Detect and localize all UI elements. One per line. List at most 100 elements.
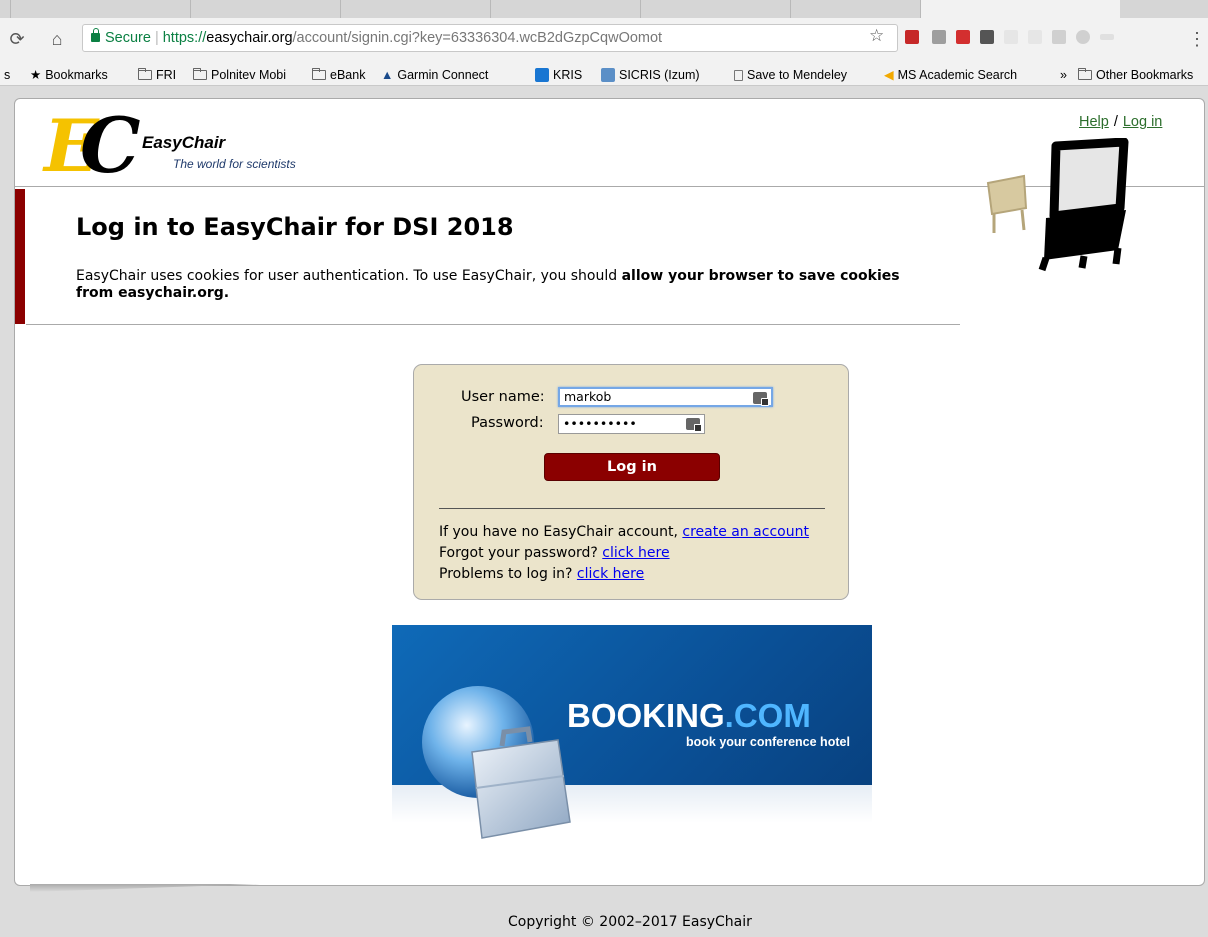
angular-icon[interactable] bbox=[1076, 30, 1090, 44]
browser-tab[interactable] bbox=[190, 0, 340, 18]
bookmark-label: FRI bbox=[156, 68, 177, 82]
bookmark-item[interactable]: Other Bookmarks bbox=[1078, 67, 1193, 83]
cookie-notice: EasyChair uses cookies for user authenti… bbox=[76, 268, 906, 302]
password-manager-icon[interactable] bbox=[686, 418, 702, 432]
chairs-illustration bbox=[986, 138, 1129, 272]
lock-icon bbox=[91, 28, 100, 42]
extension-icon[interactable] bbox=[980, 30, 994, 44]
menu-icon[interactable]: ⋮ bbox=[1186, 28, 1208, 50]
login-problems-link[interactable]: click here bbox=[577, 566, 644, 582]
username-label: User name: bbox=[461, 389, 545, 405]
url-host: easychair.org bbox=[206, 30, 293, 46]
ms-academic-icon: ◀ bbox=[884, 68, 894, 82]
bookmark-label: KRIS bbox=[553, 68, 583, 82]
globe-suitcase-illustration bbox=[422, 686, 571, 839]
url-path: /account/signin.cgi?key=63336304.wcB2dGz… bbox=[292, 30, 663, 46]
browser-tab-active[interactable] bbox=[920, 0, 1120, 18]
browser-tab[interactable] bbox=[640, 0, 790, 18]
browser-tab[interactable] bbox=[340, 0, 490, 18]
bookmark-item[interactable]: ★ Bookmarks bbox=[30, 67, 108, 83]
problems-text: Problems to log in? bbox=[439, 566, 577, 582]
folder-icon bbox=[1078, 68, 1092, 80]
cookie-notice-text: EasyChair uses cookies for user authenti… bbox=[76, 268, 622, 284]
title-divider bbox=[26, 324, 960, 325]
address-bar[interactable]: Secure | https://easychair.org/account/sig… bbox=[82, 24, 898, 52]
browser-tab[interactable] bbox=[790, 0, 920, 18]
bookmark-label: MS Academic Search bbox=[897, 68, 1018, 82]
bookmarks-bar: s ★ Bookmarks FRI Polnitev Mobi eBank ▲ Ga… bbox=[0, 64, 1208, 86]
browser-tab-strip bbox=[0, 0, 1208, 18]
sicris-icon bbox=[601, 68, 615, 82]
ad-slogan: book your conference hotel bbox=[686, 735, 850, 749]
extension-icon[interactable] bbox=[905, 30, 919, 44]
extension-icon[interactable] bbox=[1028, 30, 1042, 44]
help-link[interactable]: Help bbox=[1079, 114, 1109, 130]
bookmark-label: Save to Mendeley bbox=[747, 68, 848, 82]
title-accent-bar bbox=[15, 189, 25, 324]
ad-brand: BOOKING.COM bbox=[567, 697, 811, 735]
login-button[interactable]: Log in bbox=[544, 453, 720, 481]
folder-icon bbox=[193, 68, 207, 80]
bookmark-item[interactable]: ▲ Garmin Connect bbox=[381, 67, 488, 83]
reload-icon[interactable]: ⟳ bbox=[6, 28, 28, 50]
bookmark-item[interactable]: SICRIS (Izum) bbox=[601, 67, 700, 83]
no-account-text: If you have no EasyChair account, bbox=[439, 524, 683, 540]
extension-icon[interactable] bbox=[1100, 34, 1114, 40]
password-manager-icon[interactable] bbox=[753, 392, 769, 406]
bookmark-item[interactable]: FRI bbox=[138, 67, 176, 83]
bookmark-overflow-left: s bbox=[4, 68, 11, 82]
omnibox-separator: | bbox=[154, 30, 159, 46]
bookmarks-overflow-chevron[interactable]: » bbox=[1060, 67, 1067, 83]
bookmark-star-icon[interactable]: ☆ bbox=[869, 26, 884, 46]
kris-icon bbox=[535, 68, 549, 82]
chevron-right-icon: » bbox=[1060, 68, 1067, 82]
bookmark-item[interactable]: Save to Mendeley bbox=[734, 67, 847, 83]
bookmark-item[interactable]: ◀ MS Academic Search bbox=[884, 67, 1017, 83]
folder-icon bbox=[312, 68, 326, 80]
bookmark-label: eBank bbox=[330, 68, 366, 82]
triangle-icon: ▲ bbox=[381, 68, 394, 82]
login-problems-line: Problems to log in? click here bbox=[439, 566, 644, 582]
footer-copyright: Copyright © 2002–2017 EasyChair bbox=[508, 914, 752, 930]
no-account-line: If you have no EasyChair account, create… bbox=[439, 524, 809, 540]
small-chair-icon bbox=[986, 174, 1028, 233]
browser-tab[interactable] bbox=[490, 0, 640, 18]
home-icon[interactable]: ⌂ bbox=[46, 28, 68, 50]
forgot-password-link[interactable]: click here bbox=[602, 545, 669, 561]
logo-tagline: The world for scientists bbox=[173, 157, 296, 171]
bookmark-item[interactable]: eBank bbox=[312, 67, 365, 83]
password-value: •••••••••• bbox=[563, 416, 637, 431]
page-icon bbox=[734, 69, 743, 81]
logo-c-letter: C bbox=[80, 101, 141, 190]
password-label: Password: bbox=[471, 415, 544, 431]
username-input[interactable]: markob bbox=[558, 387, 773, 407]
bookmark-item[interactable]: Polnitev Mobi bbox=[193, 67, 286, 83]
forgot-password-line: Forgot your password? click here bbox=[439, 545, 670, 561]
easychair-logo[interactable]: E C EasyChair The world for scientists bbox=[44, 101, 344, 190]
todoist-icon[interactable] bbox=[956, 30, 970, 44]
gmail-icon[interactable] bbox=[932, 30, 946, 44]
login-form: User name: markob Password: •••••••••• L… bbox=[413, 364, 849, 600]
link-separator: / bbox=[1113, 114, 1118, 130]
drive-icon[interactable] bbox=[1052, 30, 1066, 44]
ad-brand-suffix: .COM bbox=[724, 697, 811, 734]
ad-brand-main: BOOKING bbox=[567, 697, 725, 734]
forgot-text: Forgot your password? bbox=[439, 545, 603, 561]
bookmark-label: Other Bookmarks bbox=[1096, 68, 1194, 82]
bookmark-label: Bookmarks bbox=[45, 68, 108, 82]
extension-icon[interactable] bbox=[1004, 30, 1018, 44]
create-account-link[interactable]: create an account bbox=[682, 524, 809, 540]
bookmark-label: Polnitev Mobi bbox=[211, 68, 287, 82]
browser-toolbar: ⟳ ⌂ Secure | https://easychair.org/account… bbox=[0, 18, 1208, 64]
username-value: markob bbox=[564, 389, 612, 404]
bookmark-label: SICRIS (Izum) bbox=[619, 68, 700, 82]
header-links: Help / Log in bbox=[1079, 114, 1162, 130]
bookmark-label: Garmin Connect bbox=[397, 68, 489, 82]
bookmark-item[interactable]: KRIS bbox=[535, 67, 582, 83]
password-input[interactable]: •••••••••• bbox=[558, 414, 705, 434]
star-icon: ★ bbox=[30, 68, 42, 82]
login-link[interactable]: Log in bbox=[1123, 114, 1163, 130]
url-scheme: https:// bbox=[162, 30, 207, 46]
browser-tab[interactable] bbox=[10, 0, 190, 18]
logo-name: EasyChair bbox=[142, 133, 226, 152]
